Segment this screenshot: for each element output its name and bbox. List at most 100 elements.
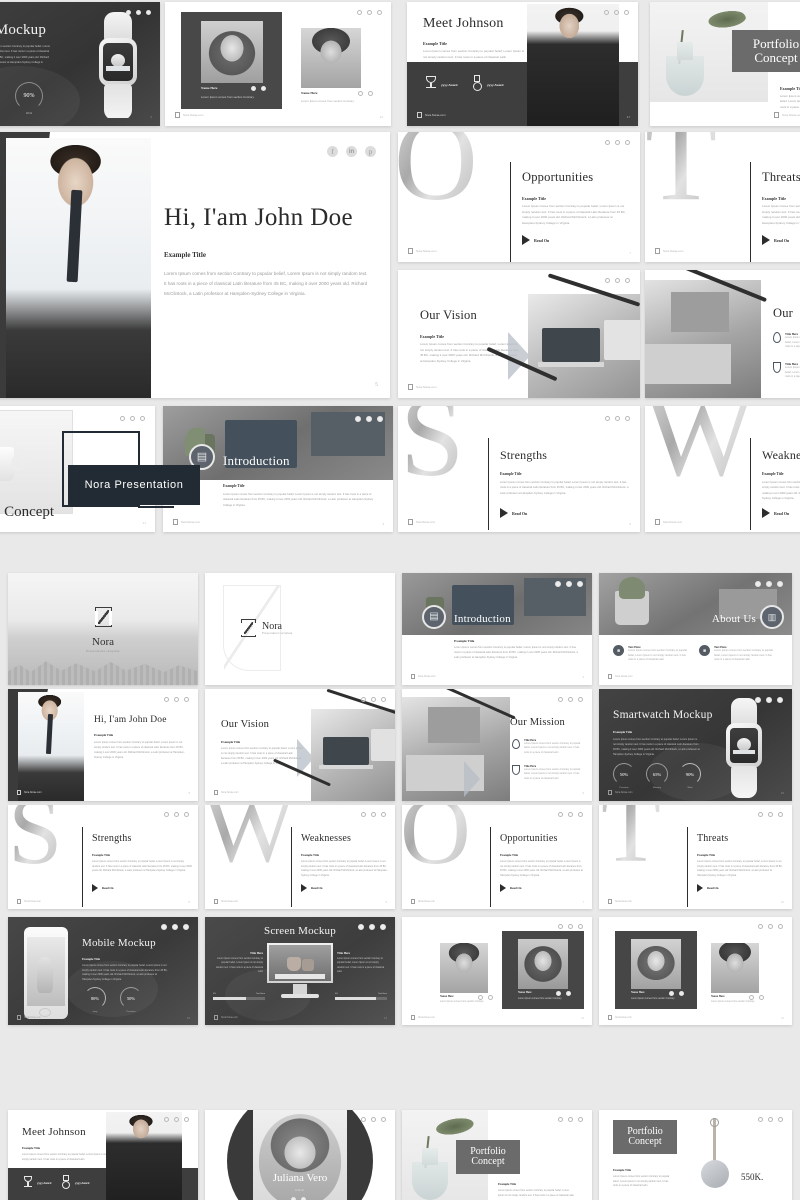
slide-team-a[interactable]: Name Here Lorem Ipsum comes from section… bbox=[402, 917, 592, 1025]
footer-text: Nora.Norae.com bbox=[24, 791, 42, 794]
slide-our-mission[interactable]: Our Mission Title Here Lorem Ipsum comes… bbox=[402, 689, 592, 801]
slide-opportunities[interactable]: O Opportunities Example Title Lorem Ipsu… bbox=[402, 805, 592, 909]
footer-text: Nora.Norae.com bbox=[416, 249, 437, 253]
slide-dots[interactable] bbox=[604, 10, 629, 15]
slide-dots[interactable] bbox=[755, 697, 783, 703]
nora-logo-block: Nora Presentation template bbox=[8, 607, 198, 653]
facebook-icon[interactable]: f bbox=[327, 146, 338, 157]
slide-smartwatch-mockup[interactable]: Smartwatch Mockup Example Title Lorem Ip… bbox=[599, 689, 792, 801]
read-on-button[interactable]: Read On bbox=[301, 884, 322, 892]
letter-s-watermark: S bbox=[8, 805, 63, 880]
slide-threats[interactable]: T Threats Example Title Lorem Ipsum come… bbox=[599, 805, 792, 909]
slide-dots[interactable] bbox=[605, 140, 630, 145]
hero-social-row[interactable]: f in p bbox=[327, 146, 376, 157]
slide-john-doe-grid[interactable]: Hi, I'am John Doe Example Title Lorem Ip… bbox=[8, 689, 198, 801]
nora-logo-tagline: Presentation template bbox=[262, 632, 293, 635]
read-on-button[interactable]: Read On bbox=[762, 235, 789, 245]
slide-weaknesses[interactable]: W Weaknesses Example Title Lorem Ipsum c… bbox=[205, 805, 395, 909]
slide-watch-mockup[interactable]: tch Mockup Lorem Ipsum comes from sectio… bbox=[0, 2, 160, 126]
play-icon bbox=[92, 884, 98, 892]
slide-dots[interactable] bbox=[126, 10, 151, 15]
footer-logo: Nora.Norae.com bbox=[408, 519, 435, 525]
slide-juliana-vero[interactable]: Juliana Vero CEO bbox=[205, 1110, 395, 1200]
team-card-dots[interactable] bbox=[251, 86, 266, 91]
team-social-dots[interactable] bbox=[749, 995, 764, 1000]
slide-dots[interactable] bbox=[758, 1117, 783, 1122]
slide-cover-nora-white[interactable]: Nora Presentation template bbox=[205, 573, 395, 685]
slide-dots[interactable] bbox=[161, 924, 189, 930]
slide-dots[interactable] bbox=[355, 416, 383, 422]
threats-subtitle: Example Title bbox=[762, 196, 786, 201]
footer-text: Nora.Norae.com bbox=[663, 249, 684, 253]
team-social-dots[interactable] bbox=[478, 995, 493, 1000]
slide-portfolio-number[interactable]: Portfolio Concept Example Title Lorem Ip… bbox=[599, 1110, 792, 1200]
slide-dots[interactable] bbox=[558, 697, 583, 702]
slide-team-two[interactable]: Name Here Lorem Ipsum comes from section… bbox=[165, 2, 391, 126]
slide-dots[interactable] bbox=[555, 581, 583, 587]
threats-body: Lorem Ipsum comes from section Contrary … bbox=[762, 204, 800, 225]
nora-presentation-badge[interactable]: Nora Presentation bbox=[68, 465, 200, 505]
read-on-button[interactable]: Read On bbox=[500, 884, 521, 892]
slide-dots[interactable] bbox=[357, 10, 382, 15]
slide-dots[interactable] bbox=[758, 812, 783, 817]
weaknesses-subtitle: Example Title bbox=[762, 472, 784, 476]
slide-opportunities[interactable]: O Opportunities Example Title Lorem Ipsu… bbox=[398, 132, 640, 262]
slide-dots[interactable] bbox=[358, 924, 386, 930]
footer-logo: Nora.Norae.com bbox=[411, 899, 435, 904]
slide-portfolio-concept[interactable]: Portfolio Concept Example Title Lorem Ip… bbox=[650, 2, 800, 126]
slide-cover-nora-fog[interactable]: Nora Presentation template bbox=[8, 573, 198, 685]
slide-dots[interactable] bbox=[164, 697, 189, 702]
slide-dots[interactable] bbox=[558, 924, 583, 929]
slide-dots[interactable] bbox=[361, 1117, 386, 1122]
slide-about-us[interactable]: About Us ▥ ■ Text Here Lorem Ipsum comes… bbox=[599, 573, 792, 685]
slide-screen-mockup[interactable]: Screen Mockup Title Here Lorem Ipsum com… bbox=[205, 917, 395, 1025]
slide-dots[interactable] bbox=[755, 581, 783, 587]
slide-dots[interactable] bbox=[164, 812, 189, 817]
slide-dots[interactable] bbox=[758, 924, 783, 929]
slide-our-vision-large[interactable]: Our Vision Example Title Lorem Ipsum com… bbox=[398, 270, 640, 398]
slide-dots[interactable] bbox=[361, 812, 386, 817]
slide-meet-johnson[interactable]: Meet Johnson Example Title Lorem Ipsum c… bbox=[407, 2, 638, 126]
slide-our-vision[interactable]: Our Vision Example Title Lorem Ipsum com… bbox=[205, 689, 395, 801]
slide-strengths[interactable]: S Strengths Example Title Lorem Ipsum co… bbox=[8, 805, 198, 909]
slide-strengths-collage[interactable]: S Strengths Example Title Lorem Ipsum co… bbox=[398, 406, 640, 532]
page-number: 8 bbox=[188, 901, 190, 904]
slide-portfolio-plant[interactable]: Portfolio Concept Example Title Lorem Ip… bbox=[402, 1110, 592, 1200]
our-vision-subtitle: Example Title bbox=[420, 334, 444, 339]
team-card-dots[interactable] bbox=[556, 991, 571, 996]
slide-meet-johnson-bottom[interactable]: Meet Johnson Example Title Lorem Ipsum c… bbox=[8, 1110, 198, 1200]
read-on-button[interactable]: Read On bbox=[92, 884, 113, 892]
linkedin-icon[interactable]: in bbox=[346, 146, 357, 157]
about-item-body-1: Lorem Ipsum comes from section Contrary … bbox=[628, 649, 688, 661]
nora-logo-inline: Nora Presentation template bbox=[241, 619, 293, 637]
hero-title: Hi, I'am John Doe bbox=[94, 715, 167, 725]
slide-our-mission-partial[interactable]: Our Title Here Lorem Ipsum comes from se… bbox=[645, 270, 800, 398]
team-card-dots[interactable] bbox=[669, 991, 684, 996]
slide-dots[interactable] bbox=[558, 1117, 583, 1122]
slide-dots[interactable] bbox=[558, 812, 583, 817]
letter-t-watermark: T bbox=[645, 132, 717, 219]
slide-dots[interactable] bbox=[361, 697, 386, 702]
team-social-dots[interactable] bbox=[358, 91, 373, 96]
read-on-button[interactable]: Read On bbox=[500, 508, 527, 518]
slide-mobile-mockup[interactable]: Mobile Mockup Example Title Lorem Ipsum … bbox=[8, 917, 198, 1025]
slide-dots[interactable] bbox=[120, 416, 145, 421]
slide-introduction[interactable]: ▤ Introduction Example Title Lorem Ipsum… bbox=[402, 573, 592, 685]
page-number: 4 bbox=[150, 115, 152, 119]
slide-threats[interactable]: T Threats Example Title Lorem Ipsum come… bbox=[645, 132, 800, 262]
slide-dots[interactable] bbox=[605, 278, 630, 283]
slide-weaknesses-collage[interactable]: W Weaknesses Example Title Lorem Ipsum c… bbox=[645, 406, 800, 532]
award-medal bbox=[470, 75, 484, 91]
slide-dots[interactable] bbox=[605, 416, 630, 421]
pinterest-icon[interactable]: p bbox=[365, 146, 376, 157]
slide-hero-john-doe[interactable]: Hi, I'am John Doe Example Title Lorem Ip… bbox=[0, 132, 390, 398]
read-on-button[interactable]: Read On bbox=[697, 884, 718, 892]
footer-text: Nora.Norae.com bbox=[221, 791, 239, 794]
portfolio-title-line2: Concept bbox=[628, 1136, 662, 1147]
screen-left-title: Title Here bbox=[250, 951, 263, 955]
slide-dots[interactable] bbox=[164, 1117, 189, 1122]
read-on-button[interactable]: Read On bbox=[522, 235, 549, 245]
slide-team-b[interactable]: Name Here Lorem Ipsum comes from section… bbox=[599, 917, 792, 1025]
read-on-button[interactable]: Read On bbox=[762, 508, 789, 518]
letter-o-watermark: O bbox=[398, 132, 478, 219]
